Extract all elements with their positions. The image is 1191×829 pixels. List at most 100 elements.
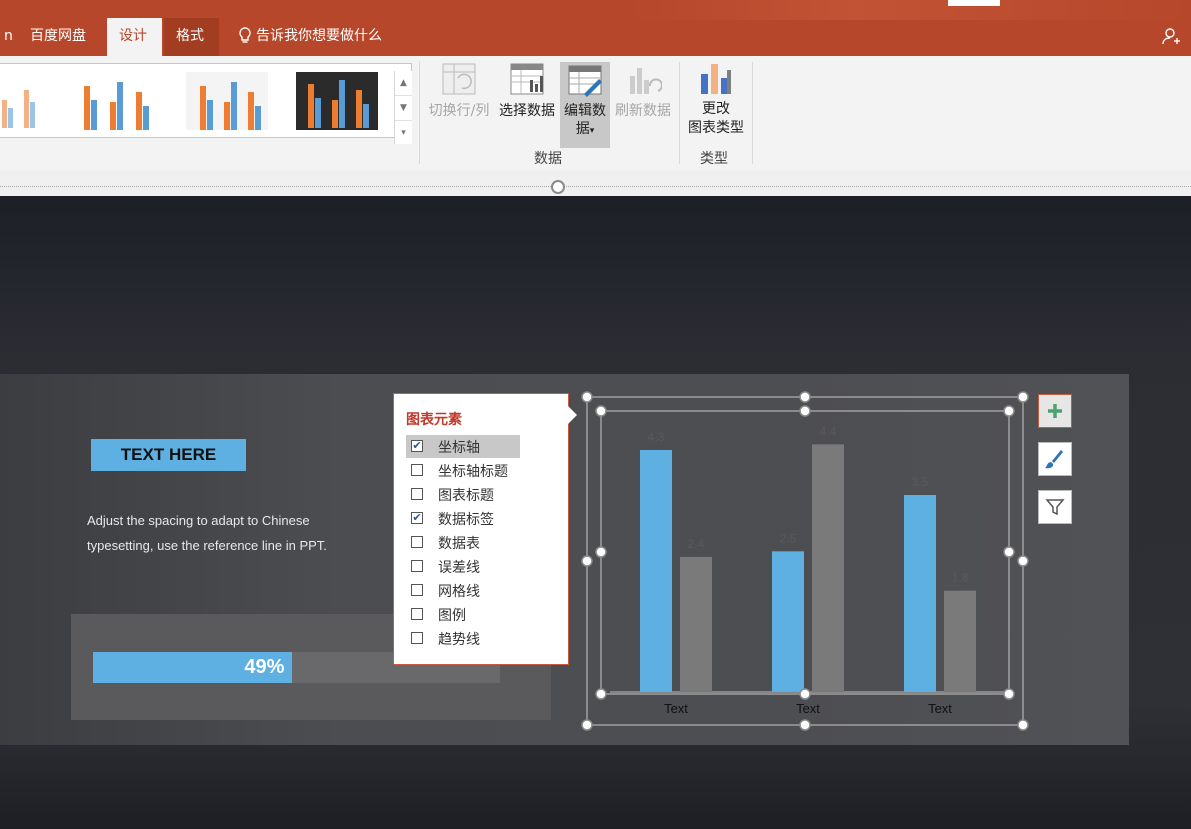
bar-chart[interactable]: 4.3 2.4 Text 2.5 4.4 Text 3.5 1.8 Text: [580, 390, 1040, 735]
checkbox[interactable]: [411, 608, 423, 620]
popup-title: 图表元素: [406, 412, 462, 428]
chart-element-item[interactable]: ✔ 数据标签: [406, 507, 520, 530]
checkbox[interactable]: ✔: [411, 512, 423, 524]
checkbox[interactable]: [411, 488, 423, 500]
chart-element-item[interactable]: 坐标轴标题: [406, 459, 520, 482]
bar[interactable]: [812, 444, 844, 692]
chart-element-item[interactable]: 图例: [406, 603, 520, 626]
data-label: 2.4: [688, 537, 705, 551]
checkbox[interactable]: [411, 536, 423, 548]
checkbox[interactable]: ✔: [411, 440, 423, 452]
resize-handle[interactable]: [1003, 405, 1015, 417]
share-user-icon: [1162, 28, 1180, 45]
chart-style-thumb-2[interactable]: [78, 72, 160, 130]
chart-element-item[interactable]: 数据表: [406, 531, 520, 554]
data-label: 4.4: [820, 424, 837, 438]
chart-style-thumb-1[interactable]: [0, 72, 48, 130]
gallery-up-button[interactable]: ▲: [395, 71, 412, 96]
resize-handle[interactable]: [595, 405, 607, 417]
resize-handle[interactable]: [1017, 555, 1029, 567]
bar[interactable]: [772, 551, 804, 692]
title-bar: n 百度网盘 设计 格式 告诉我你想要做什么 共: [0, 0, 1191, 80]
refresh-data-icon: [630, 68, 663, 94]
change-type-label-1: 更改: [702, 101, 730, 117]
bar[interactable]: [904, 495, 936, 692]
refresh-data-button[interactable]: 刷新数据: [612, 62, 674, 120]
chart-element-item[interactable]: 趋势线: [406, 627, 520, 650]
data-label: 2.5: [780, 531, 797, 545]
chart-styles-button[interactable]: [1038, 442, 1072, 476]
brush-icon: [1045, 450, 1063, 469]
resize-handle[interactable]: [581, 719, 593, 731]
gallery-down-button[interactable]: ▼: [395, 96, 412, 121]
chart-element-item[interactable]: 网格线: [406, 579, 520, 602]
chart-element-item[interactable]: 误差线: [406, 555, 520, 578]
resize-handle[interactable]: [799, 405, 811, 417]
ribbon-separator: [752, 62, 753, 164]
select-data-button[interactable]: 选择数据: [496, 62, 558, 120]
resize-handle[interactable]: [595, 688, 607, 700]
checkbox[interactable]: [411, 464, 423, 476]
resize-handle[interactable]: [1003, 688, 1015, 700]
resize-handle[interactable]: [799, 719, 811, 731]
edit-data-label-2: 据: [575, 121, 590, 137]
gallery-scroll: ▲ ▼ ▾: [394, 71, 412, 144]
chart-style-thumb-3[interactable]: [186, 72, 268, 130]
refresh-data-label: 刷新数据: [615, 103, 671, 119]
chart-element-label: 趋势线: [438, 632, 480, 648]
share-button[interactable]: 共: [1150, 18, 1191, 80]
ribbon: ▲ ▼ ▾ 切换行/列 选择数据 编辑数 据▾ 刷新数据 数据 更改 图表类型 类型: [0, 56, 1191, 171]
resize-handle[interactable]: [799, 391, 811, 403]
tab-baidu[interactable]: 百度网盘: [18, 18, 98, 56]
title-decoration-box: [948, 0, 1000, 6]
chart-elements-button[interactable]: [1038, 394, 1072, 428]
checkbox[interactable]: [411, 560, 423, 572]
resize-handle[interactable]: [1003, 546, 1015, 558]
x-tick-label: Text: [664, 701, 688, 716]
resize-handle[interactable]: [1017, 719, 1029, 731]
resize-handle[interactable]: [799, 688, 811, 700]
switch-row-col-icon: [442, 63, 476, 95]
data-label: 1.8: [952, 571, 969, 585]
change-chart-type-button[interactable]: 更改 图表类型: [684, 62, 748, 138]
chart-element-label: 坐标轴: [438, 440, 480, 456]
select-data-label: 选择数据: [499, 103, 555, 119]
gallery-more-button[interactable]: ▾: [395, 121, 412, 145]
bar[interactable]: [640, 450, 672, 692]
chart-element-label: 图表标题: [438, 488, 494, 504]
resize-handle[interactable]: [581, 555, 593, 567]
filter-icon: [1045, 499, 1065, 516]
chart-style-thumb-4[interactable]: [296, 72, 378, 130]
checkbox[interactable]: [411, 584, 423, 596]
tab-format[interactable]: 格式: [164, 18, 219, 56]
title-decoration: [630, 0, 1190, 20]
select-data-icon: [510, 63, 544, 95]
progress-fill: 49%: [93, 652, 293, 683]
switch-row-col-button[interactable]: 切换行/列: [424, 62, 494, 120]
slide-paragraph[interactable]: Adjust the spacing to adapt to Chinese t…: [87, 509, 337, 558]
tell-me-box[interactable]: 告诉我你想要做什么: [226, 18, 394, 56]
bar[interactable]: [944, 590, 976, 692]
bar[interactable]: [680, 556, 712, 692]
slide-heading[interactable]: TEXT HERE: [91, 439, 246, 471]
chart-element-item[interactable]: 图表标题: [406, 483, 520, 506]
chart-element-label: 图例: [438, 608, 466, 624]
type-group-label: 类型: [700, 151, 728, 167]
checkbox[interactable]: [411, 632, 423, 644]
chart-element-item[interactable]: ✔ 坐标轴: [406, 435, 520, 458]
data-label: 4.3: [648, 430, 665, 444]
edit-data-icon: [568, 65, 602, 97]
lightbulb-icon: [239, 27, 251, 43]
resize-handle[interactable]: [595, 546, 607, 558]
change-chart-type-icon: [701, 64, 731, 94]
ribbon-separator: [419, 62, 420, 164]
resize-handle[interactable]: [1017, 391, 1029, 403]
tab-design[interactable]: 设计: [107, 18, 162, 56]
data-group-label: 数据: [534, 151, 562, 167]
resize-handle[interactable]: [581, 391, 593, 403]
chart-filters-button[interactable]: [1038, 490, 1072, 524]
tell-me-label: 告诉我你想要做什么: [256, 28, 382, 44]
ruler-knob[interactable]: [551, 180, 565, 194]
data-label: 3.5: [912, 475, 929, 489]
edit-data-button[interactable]: 编辑数 据▾: [560, 62, 610, 148]
